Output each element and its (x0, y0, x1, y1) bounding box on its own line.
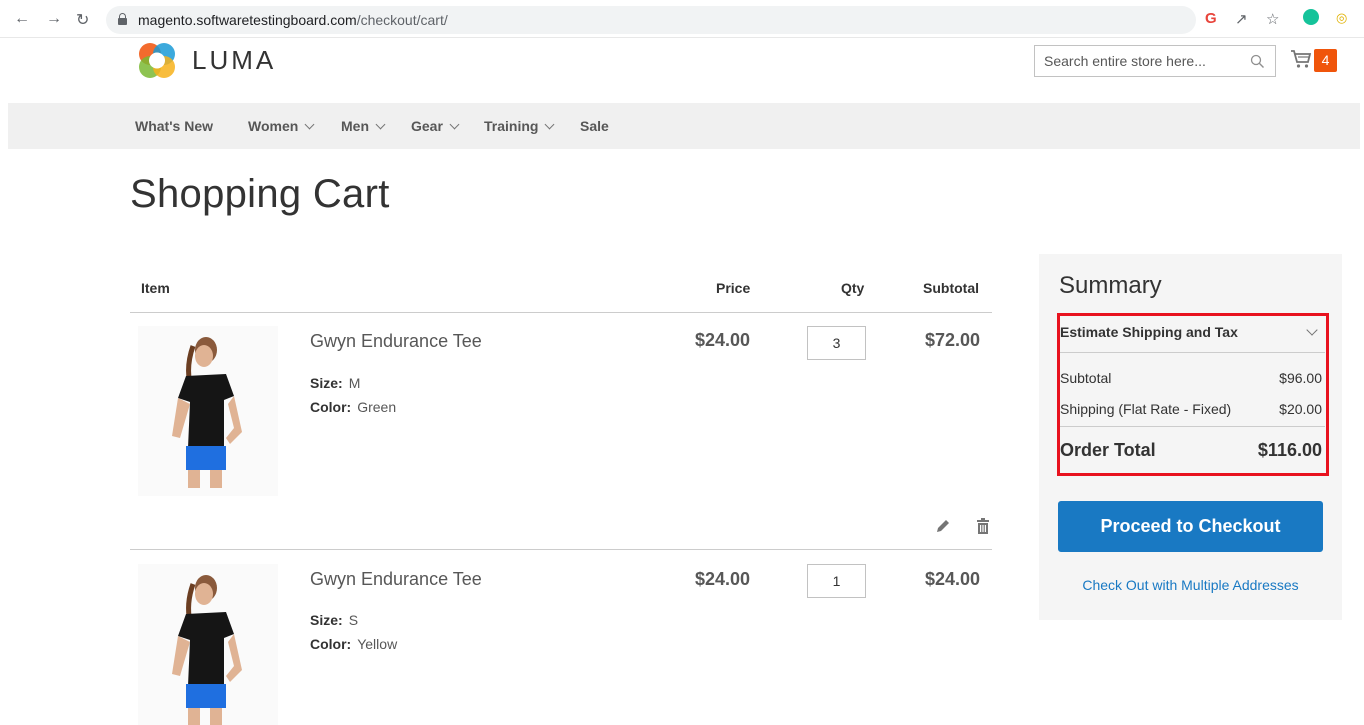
item-price: $24.00 (695, 569, 751, 589)
item-subtotal: $72.00 (925, 330, 981, 350)
nav-item-women[interactable]: Women (248, 118, 315, 134)
edit-icon[interactable] (934, 517, 952, 535)
main-navigation: What's New Women Men Gear Training Sale (8, 103, 1360, 149)
grammarly-icon[interactable] (1303, 9, 1319, 25)
chevron-down-icon (375, 119, 386, 130)
product-image[interactable] (138, 564, 278, 725)
lock-icon (118, 13, 127, 25)
reload-icon[interactable]: ↻ (76, 10, 89, 30)
summary-title: Summary (1059, 272, 1162, 299)
google-icon[interactable]: G (1205, 10, 1217, 27)
item-subtotal: $24.00 (925, 569, 981, 589)
highlight-box (1057, 313, 1329, 476)
column-header-price: Price (716, 280, 751, 296)
product-option-size: Size: M (310, 375, 361, 391)
nav-item-sale[interactable]: Sale (580, 118, 609, 134)
nav-item-whats-new[interactable]: What's New (135, 118, 213, 134)
url-text[interactable]: magento.softwaretestingboard.com/checkou… (138, 12, 448, 28)
chevron-down-icon (449, 119, 460, 130)
multiple-addresses-link[interactable]: Check Out with Multiple Addresses (1058, 577, 1323, 593)
nav-item-training[interactable]: Training (484, 118, 555, 134)
product-option-size: Size: S (310, 612, 359, 628)
nav-item-men[interactable]: Men (341, 118, 386, 134)
column-header-qty: Qty (841, 280, 865, 296)
item-price: $24.00 (695, 330, 751, 350)
proceed-to-checkout-button[interactable]: Proceed to Checkout (1058, 501, 1323, 552)
cart-icon (1291, 50, 1312, 68)
column-header-subtotal: Subtotal (923, 280, 979, 296)
divider (130, 549, 992, 550)
search-input[interactable]: Search entire store here... (1034, 45, 1276, 77)
chevron-down-icon (545, 119, 555, 130)
nav-item-gear[interactable]: Gear (411, 118, 460, 134)
product-name[interactable]: Gwyn Endurance Tee (310, 569, 482, 590)
cart-count-badge: 4 (1314, 49, 1337, 72)
trash-icon[interactable] (974, 517, 992, 535)
divider (130, 312, 992, 313)
minicart[interactable]: 4 (1290, 48, 1340, 74)
search-icon[interactable] (1250, 54, 1265, 69)
column-header-item: Item (141, 280, 170, 296)
share-icon[interactable]: ↗ (1235, 10, 1248, 28)
page-title: Shopping Cart (130, 172, 390, 216)
browser-toolbar: ← → ↻ magento.softwaretestingboard.com/c… (0, 0, 1364, 38)
extension-icon[interactable]: ◎ (1336, 10, 1347, 26)
quantity-input[interactable]: 3 (807, 326, 866, 360)
luma-logo[interactable]: LUMA (136, 38, 276, 82)
product-image[interactable] (138, 326, 278, 496)
product-name[interactable]: Gwyn Endurance Tee (310, 331, 482, 352)
luma-logo-icon (139, 43, 175, 78)
quantity-input[interactable]: 1 (807, 564, 866, 598)
chevron-down-icon (304, 119, 315, 130)
address-bar[interactable]: magento.softwaretestingboard.com/checkou… (106, 6, 1196, 34)
logo-text: LUMA (192, 44, 277, 75)
search-placeholder: Search entire store here... (1044, 53, 1206, 69)
product-option-color: Color: Green (310, 399, 397, 415)
back-icon[interactable]: ← (14, 10, 30, 28)
product-option-color: Color: Yellow (310, 636, 398, 652)
bookmark-star-icon[interactable]: ☆ (1266, 10, 1279, 28)
forward-icon[interactable]: → (46, 10, 62, 28)
